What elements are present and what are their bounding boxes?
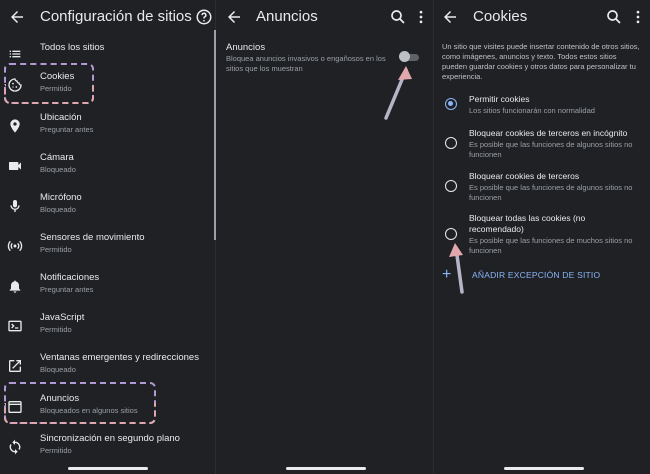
sensors-icon <box>7 238 23 254</box>
settings-item-popups[interactable]: Ventanas emergentes y redirecciones Bloq… <box>0 349 215 385</box>
settings-item-javascript[interactable]: JavaScript Permitido <box>0 309 215 345</box>
settings-item-status: Preguntar antes <box>40 285 94 294</box>
settings-item-label: Sincronización en segundo plano <box>40 433 180 444</box>
settings-item-status: Permitido <box>40 245 72 254</box>
back-arrow-icon[interactable] <box>441 8 459 26</box>
settings-item-status: Bloqueado <box>40 165 76 174</box>
settings-item-label: Ventanas emergentes y redirecciones <box>40 352 199 363</box>
site-settings-panel: Configuración de sitios Todos los sitios… <box>0 0 215 474</box>
back-arrow-icon[interactable] <box>225 8 243 26</box>
gesture-navbar[interactable] <box>504 467 584 470</box>
settings-item-microphone[interactable]: Micrófono Bloqueado <box>0 189 215 225</box>
radio-button[interactable] <box>445 98 457 110</box>
cookie-option-label: Bloquear todas las cookies (no recomenda… <box>469 213 586 234</box>
cookies-highlight <box>4 63 94 104</box>
settings-item-label: Micrófono <box>40 192 82 203</box>
ads-panel: Anuncios Anuncios Bloquea anuncios invas… <box>216 0 434 474</box>
microphone-icon <box>7 198 23 214</box>
settings-item-status: Bloqueado <box>40 205 76 214</box>
open-in-new-icon <box>7 358 23 374</box>
cookie-option-description: Es posible que las funciones de algunos … <box>469 140 633 159</box>
settings-item-label: Todos los sitios <box>40 42 105 53</box>
settings-item-status: Permitido <box>40 446 72 455</box>
site-settings-appbar: Configuración de sitios <box>0 0 215 34</box>
page-title: Configuración de sitios <box>40 8 192 25</box>
cookie-option-label: Permitir cookies <box>469 94 530 104</box>
bell-icon <box>7 278 23 294</box>
location-pin-icon <box>7 118 23 134</box>
settings-item-background-sync[interactable]: Sincronización en segundo plano Permitid… <box>0 430 215 466</box>
settings-item-label: Cámara <box>40 152 74 163</box>
settings-item-status: Permitido <box>40 325 72 334</box>
settings-item-status: Bloqueado <box>40 365 76 374</box>
settings-item-label: JavaScript <box>40 312 85 323</box>
pointer-arrow <box>449 243 464 294</box>
settings-item-camera[interactable]: Cámara Bloqueado <box>0 149 215 185</box>
cookie-option-label: Bloquear cookies de terceros en incógnit… <box>469 128 628 138</box>
add-exception-label: AÑADIR EXCEPCIÓN DE SITIO <box>472 270 601 280</box>
list-icon <box>7 46 23 62</box>
ads-setting-description: Bloquea anuncios invasivos o engañosos e… <box>226 54 386 73</box>
cookies-intro-text: Un sitio que visites puede insertar cont… <box>442 42 640 81</box>
settings-item-motion-sensors[interactable]: Sensores de movimiento Permitido <box>0 229 215 265</box>
sync-icon <box>7 439 23 455</box>
page-title: Anuncios <box>256 8 318 25</box>
cookies-appbar: Cookies <box>434 0 650 34</box>
settings-item-location[interactable]: Ubicación Preguntar antes <box>0 109 215 145</box>
ads-highlight <box>4 382 156 424</box>
radio-button[interactable] <box>445 137 457 149</box>
radio-button[interactable] <box>445 180 457 192</box>
back-arrow-icon[interactable] <box>8 8 26 26</box>
settings-item-label: Notificaciones <box>40 272 100 283</box>
camera-icon <box>7 158 23 174</box>
page-title: Cookies <box>473 8 528 25</box>
cookies-panel: Cookies Un sitio que visites puede inser… <box>434 0 650 474</box>
more-vert-icon[interactable] <box>629 8 647 26</box>
search-icon[interactable] <box>605 8 623 26</box>
settings-item-status: Preguntar antes <box>40 125 94 134</box>
search-icon[interactable] <box>389 8 407 26</box>
ads-appbar: Anuncios <box>216 0 434 34</box>
cookie-option-description: Los sitios funcionarán con normalidad <box>469 106 595 115</box>
cookie-option-description: Es posible que las funciones de muchos s… <box>469 236 633 255</box>
ads-setting-title: Anuncios <box>226 42 266 53</box>
settings-item-label: Sensores de movimiento <box>40 232 145 243</box>
cookie-option-description: Es posible que las funciones de algunos … <box>469 183 633 202</box>
help-icon[interactable] <box>195 8 213 26</box>
gesture-navbar[interactable] <box>286 467 366 470</box>
settings-item-notifications[interactable]: Notificaciones Preguntar antes <box>0 269 215 305</box>
settings-item-label: Ubicación <box>40 112 82 123</box>
cookie-option-label: Bloquear cookies de terceros <box>469 171 580 181</box>
gesture-navbar[interactable] <box>68 467 148 470</box>
more-vert-icon[interactable] <box>412 8 430 26</box>
pointer-arrow <box>384 66 412 120</box>
javascript-icon <box>7 318 23 334</box>
